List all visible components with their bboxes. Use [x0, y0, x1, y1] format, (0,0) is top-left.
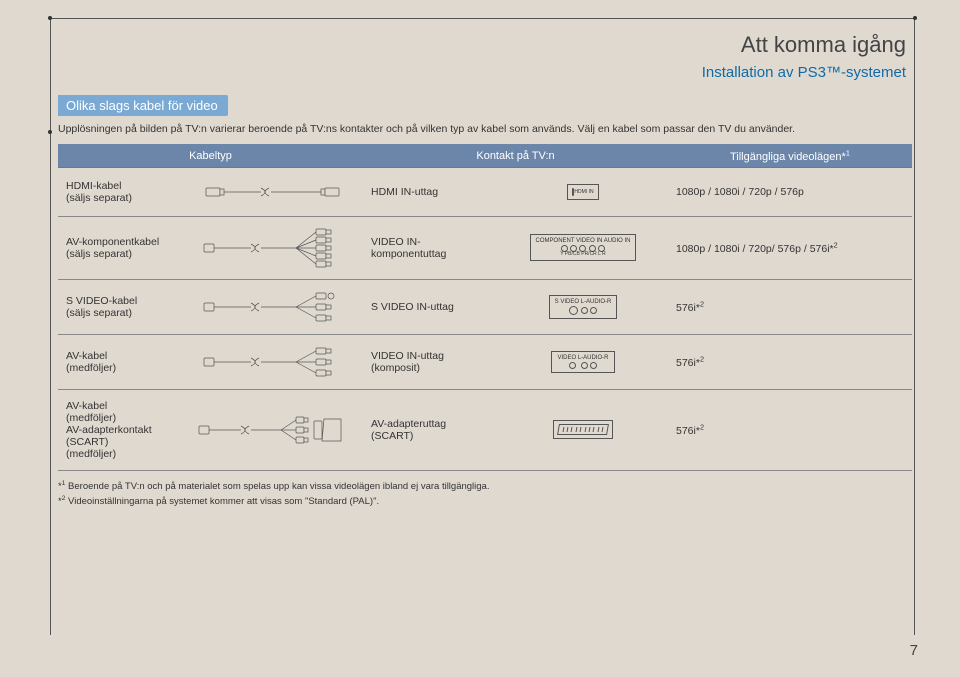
cable-name: AV-kabel: [66, 400, 107, 412]
hdmi-port-icon: HDMI IN: [567, 184, 598, 200]
video-modes: 1080p / 1080i / 720p / 576p: [668, 167, 912, 216]
corner-dot: [913, 16, 917, 20]
cable-note: (säljs separat): [66, 307, 132, 319]
footnotes: *1 Beroende på TV:n och på materialet so…: [58, 479, 912, 510]
video-modes: 576i*2: [668, 279, 912, 334]
table-row: AV-kabel (medföljer): [58, 334, 912, 389]
section-heading: Olika slags kabel för video: [58, 95, 228, 116]
connector-name: S VIDEO IN-uttag: [363, 279, 498, 334]
cable-name: AV-komponentkabel: [66, 236, 159, 248]
connector-name: AV-adapteruttag (SCART): [363, 389, 498, 470]
content-area: Att komma igång Installation av PS3™-sys…: [55, 32, 915, 510]
cable-diagram-composite: [201, 345, 351, 379]
rule-top: [50, 18, 915, 19]
connector-name: HDMI IN-uttag: [363, 167, 498, 216]
video-modes: 576i*2: [668, 389, 912, 470]
th-kabeltyp: Kabeltyp: [58, 144, 363, 167]
table-row: AV-kabel (medföljer) AV-adapterkontakt (…: [58, 389, 912, 470]
connector-name: VIDEO IN-komponentuttag: [363, 216, 498, 279]
cable-name: AV-kabel: [66, 350, 107, 362]
cable-note: (medföljer): [66, 412, 116, 424]
footnote-1: *1 Beroende på TV:n och på materialet so…: [58, 479, 912, 494]
svideo-port-icon: S VIDEO L-AUDIO-R: [549, 295, 618, 319]
footnote-2: *2 Videoinställningarna på systemet komm…: [58, 494, 912, 509]
page-number: 7: [910, 642, 918, 659]
cable-name: HDMI-kabel: [66, 180, 121, 192]
section-dot: [48, 130, 52, 134]
page-title: Att komma igång: [58, 32, 912, 58]
cable-table: Kabeltyp Kontakt på TV:n Tillgängliga vi…: [58, 144, 912, 471]
video-modes: 1080p / 1080i / 720p/ 576p / 576i*2: [668, 216, 912, 279]
rule-left: [50, 18, 51, 635]
corner-dot: [48, 16, 52, 20]
table-row: HDMI-kabel (säljs separat) HDMI: [58, 167, 912, 216]
cable-note-2: (medföljer): [66, 448, 116, 460]
cable-note: (medföljer): [66, 362, 116, 374]
page-subtitle: Installation av PS3™-systemet: [58, 64, 912, 81]
th-modes: Tillgängliga videolägen*1: [668, 144, 912, 167]
composite-port-icon: VIDEO L-AUDIO-R: [551, 351, 614, 373]
scart-port-icon: [553, 420, 613, 439]
cable-note: (säljs separat): [66, 192, 132, 204]
connector-name: VIDEO IN-uttag (komposit): [363, 334, 498, 389]
cable-name-2: AV-adapterkontakt (SCART): [66, 424, 152, 448]
cable-diagram-component: [201, 227, 351, 269]
cable-diagram-hdmi: [201, 178, 351, 206]
cable-diagram-svideo: [201, 290, 351, 324]
cable-diagram-scart: [196, 413, 356, 447]
th-kontakt: Kontakt på TV:n: [363, 144, 668, 167]
intro-paragraph: Upplösningen på bilden på TV:n varierar …: [58, 122, 888, 136]
table-row: AV-komponentkabel (säljs separat): [58, 216, 912, 279]
table-row: S VIDEO-kabel (säljs separat): [58, 279, 912, 334]
component-port-icon: COMPONENT VIDEO IN AUDIO IN Y PB/CB PR/C…: [530, 234, 637, 261]
cable-note: (säljs separat): [66, 248, 132, 260]
cable-name: S VIDEO-kabel: [66, 295, 137, 307]
video-modes: 576i*2: [668, 334, 912, 389]
